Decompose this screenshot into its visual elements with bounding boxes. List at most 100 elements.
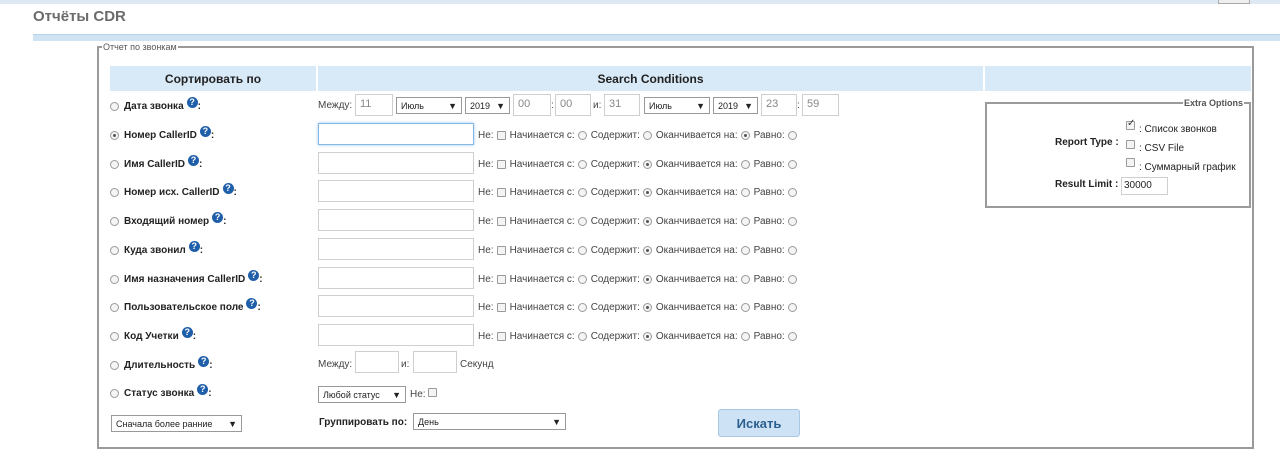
equals-radio[interactable] [787, 130, 797, 140]
ends-radio[interactable] [740, 187, 750, 197]
sort-radio-call-date[interactable] [110, 101, 119, 111]
ends-radio[interactable] [740, 130, 750, 140]
top-tab [1218, 0, 1250, 4]
equals-radio[interactable] [787, 302, 797, 312]
from-minute-input[interactable]: 00 [555, 94, 591, 116]
begins-radio[interactable] [577, 159, 587, 169]
equals-radio[interactable] [787, 216, 797, 226]
type-label-summary: : Суммарный график [1139, 162, 1236, 173]
sort-radio-dialed[interactable] [110, 245, 119, 255]
contains-radio[interactable] [642, 159, 652, 169]
group-by-select[interactable]: День ▼ [413, 413, 566, 430]
sort-radio-user-field[interactable] [110, 302, 119, 312]
begins-radio[interactable] [577, 187, 587, 197]
equals-radio[interactable] [787, 187, 797, 197]
match-input-callerid-name[interactable] [318, 152, 474, 174]
help-icon[interactable]: ? [188, 154, 199, 166]
sort-radio-incoming-number[interactable] [110, 216, 119, 226]
help-icon[interactable]: ? [246, 297, 258, 309]
help-icon[interactable]: ? [222, 182, 234, 194]
ends-label: Оканчивается на: [655, 301, 738, 313]
begins-radio[interactable] [577, 331, 587, 341]
match-input-account-code[interactable] [318, 324, 474, 346]
sort-radio-account-code[interactable] [110, 331, 119, 341]
ends-radio[interactable] [740, 216, 750, 226]
ends-radio[interactable] [740, 302, 750, 312]
sort-radio-outgoing-callerid[interactable] [110, 187, 119, 197]
not-checkbox[interactable] [496, 274, 506, 284]
sort-label: Статус звонка [124, 387, 195, 399]
status-not-checkbox[interactable] [428, 388, 437, 397]
ends-radio[interactable] [740, 159, 750, 169]
contains-radio[interactable] [642, 130, 652, 140]
sort-radio-call-status[interactable] [110, 388, 119, 398]
sort-radio-dest-callerid-name[interactable] [110, 274, 119, 284]
duration-from-input[interactable] [355, 351, 399, 373]
match-options: Не: Начинается с: Содержит: Оканчивается на… [478, 267, 801, 291]
not-checkbox[interactable] [496, 302, 506, 312]
contains-radio[interactable] [642, 187, 652, 197]
begins-radio[interactable] [577, 216, 587, 226]
type-checkbox-call-list[interactable] [1126, 118, 1135, 130]
sort-option-user-field: Пользовательское поле?: [110, 295, 261, 319]
status-select[interactable]: Любой статус ▼ [318, 386, 406, 403]
match-input-dialed[interactable] [318, 238, 474, 260]
equals-label: Равно: [753, 129, 785, 141]
ends-radio[interactable] [740, 245, 750, 255]
match-input-incoming-number[interactable] [318, 209, 474, 231]
contains-radio[interactable] [642, 245, 652, 255]
help-icon[interactable]: ? [248, 269, 260, 281]
match-options: Не: Начинается с: Содержит: Оканчивается на… [478, 238, 801, 262]
help-icon[interactable]: ? [198, 355, 210, 367]
to-minute-input[interactable]: 59 [802, 94, 839, 116]
help-icon[interactable]: ? [212, 211, 224, 223]
ends-radio[interactable] [740, 274, 750, 284]
duration-and-label: и: [401, 359, 410, 370]
match-input-outgoing-callerid[interactable] [318, 180, 474, 202]
equals-radio[interactable] [787, 274, 797, 284]
type-checkbox-csv[interactable] [1126, 140, 1135, 149]
equals-radio[interactable] [787, 159, 797, 169]
begins-radio[interactable] [577, 130, 587, 140]
contains-radio[interactable] [642, 331, 652, 341]
to-day-input[interactable]: 31 [604, 94, 640, 116]
from-month-select[interactable]: Июль ▼ [396, 97, 462, 114]
help-icon[interactable]: ? [199, 125, 211, 137]
not-checkbox[interactable] [496, 130, 506, 140]
type-checkbox-summary[interactable] [1126, 158, 1135, 167]
to-hour-input[interactable]: 23 [761, 94, 797, 116]
result-limit-input[interactable]: 30000 [1121, 177, 1168, 195]
from-day-input[interactable]: 11 [355, 94, 393, 116]
equals-radio[interactable] [787, 331, 797, 341]
not-checkbox[interactable] [496, 159, 506, 169]
help-icon[interactable]: ? [197, 383, 209, 395]
to-month-select[interactable]: Июль ▼ [644, 97, 710, 114]
begins-radio[interactable] [577, 245, 587, 255]
sort-radio-callerid-number[interactable] [110, 130, 119, 140]
match-input-callerid-number[interactable] [318, 123, 474, 145]
from-year-select[interactable]: 2019 ▼ [465, 97, 510, 114]
contains-radio[interactable] [642, 302, 652, 312]
not-checkbox[interactable] [496, 187, 506, 197]
duration-to-input[interactable] [413, 351, 457, 373]
contains-radio[interactable] [642, 274, 652, 284]
equals-radio[interactable] [787, 245, 797, 255]
match-input-dest-callerid-name[interactable] [318, 267, 474, 289]
search-button[interactable]: Искать [718, 409, 800, 437]
begins-radio[interactable] [577, 302, 587, 312]
help-icon[interactable]: ? [181, 326, 193, 338]
not-checkbox[interactable] [496, 245, 506, 255]
from-hour-input[interactable]: 00 [513, 94, 551, 116]
not-checkbox[interactable] [496, 331, 506, 341]
contains-radio[interactable] [642, 216, 652, 226]
sort-radio-duration[interactable] [110, 360, 119, 370]
order-select[interactable]: Сначала более ранние ▼ [111, 415, 242, 432]
help-icon[interactable]: ? [186, 96, 198, 108]
help-icon[interactable]: ? [188, 240, 200, 252]
ends-radio[interactable] [740, 331, 750, 341]
not-checkbox[interactable] [496, 216, 506, 226]
match-input-user-field[interactable] [318, 295, 474, 317]
begins-radio[interactable] [577, 274, 587, 284]
sort-radio-callerid-name[interactable] [110, 159, 119, 169]
to-year-select[interactable]: 2019 ▼ [713, 97, 758, 114]
